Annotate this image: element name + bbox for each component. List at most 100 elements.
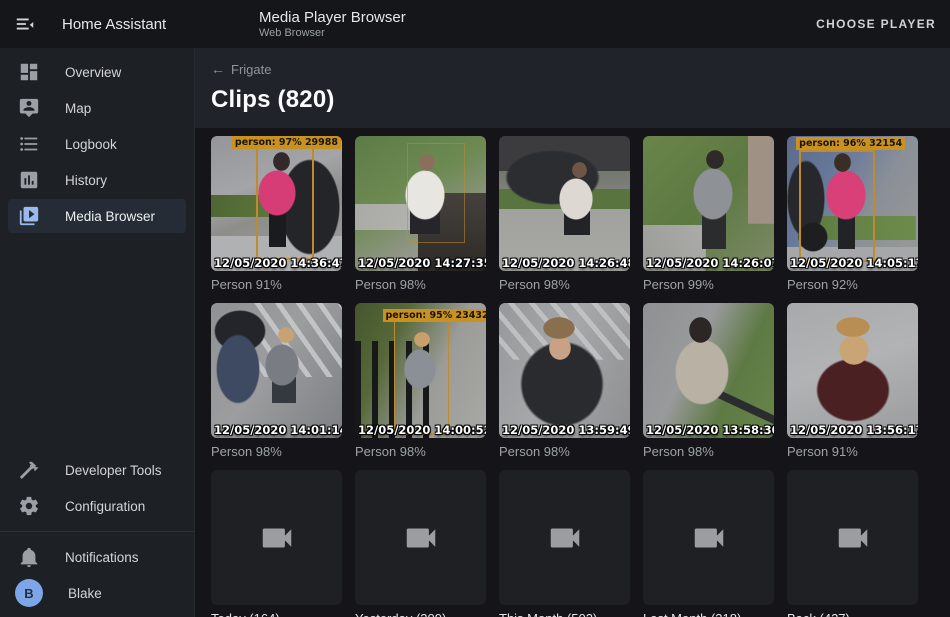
clip-card[interactable]: 12/05/2020 14:01:14 Person 98% — [211, 303, 342, 459]
clip-thumbnail: person: 97% 29988 12/05/2020 14:36:47 — [211, 136, 342, 271]
sidebar-item-label: Overview — [65, 65, 121, 80]
folder-card-yesterday[interactable]: Yesterday (209) — [355, 470, 486, 617]
sidebar-spacer — [0, 234, 194, 452]
clip-label: Person 91% — [211, 277, 342, 292]
clip-card[interactable]: 12/05/2020 13:56:17 Person 91% — [787, 303, 918, 459]
bell-icon — [18, 546, 40, 568]
sidebar-toggle-button[interactable] — [14, 12, 38, 36]
choose-player-button[interactable]: CHOOSE PLAYER — [816, 17, 936, 31]
clip-thumbnail: 12/05/2020 13:56:17 — [787, 303, 918, 438]
clip-label: Person 98% — [355, 444, 486, 459]
hammer-icon — [18, 459, 40, 481]
media-player-header: Media Player Browser Web Browser — [259, 9, 406, 40]
folder-thumbnail — [211, 470, 342, 605]
sidebar-item-history[interactable]: History — [8, 163, 186, 197]
clip-label: Person 98% — [499, 277, 630, 292]
topbar-left: Home Assistant — [0, 12, 195, 36]
sidebar-item-label: Developer Tools — [65, 463, 162, 478]
view-dashboard-icon — [18, 61, 40, 83]
folder-label: Today (164) — [211, 611, 342, 617]
clip-card[interactable]: person: 97% 29988 12/05/2020 14:36:47 Pe… — [211, 136, 342, 292]
detection-box — [799, 150, 875, 262]
clip-thumbnail: 12/05/2020 14:26:48 — [499, 136, 630, 271]
clip-thumbnail: person: 95% 23432 12/05/2020 14:00:52 — [355, 303, 486, 438]
video-camera-icon — [690, 519, 728, 557]
detection-box — [394, 315, 449, 435]
clip-label: Person 99% — [643, 277, 774, 292]
app-body: Overview Map Logbook History Media Brows… — [0, 48, 950, 617]
detection-label: person: 95% 23432 — [383, 309, 487, 322]
sidebar-item-media-browser[interactable]: Media Browser — [8, 199, 186, 233]
sidebar-item-notifications[interactable]: Notifications — [8, 540, 186, 574]
breadcrumb-label: Frigate — [231, 62, 271, 77]
map-account-icon — [18, 97, 40, 119]
sidebar-divider — [0, 531, 194, 532]
clip-label: Person 92% — [787, 277, 918, 292]
app-title: Home Assistant — [62, 16, 166, 33]
sidebar-item-logbook[interactable]: Logbook — [8, 127, 186, 161]
folder-thumbnail — [643, 470, 774, 605]
clip-timestamp: 12/05/2020 14:26:07 — [646, 256, 774, 270]
back-arrow-icon: ← — [211, 61, 225, 77]
folder-card-today[interactable]: Today (164) — [211, 470, 342, 617]
clip-thumbnail: 12/05/2020 14:26:07 — [643, 136, 774, 271]
video-camera-icon — [546, 519, 584, 557]
folder-label: This Month (502) — [499, 611, 630, 617]
detection-label: person: 97% 29988 — [232, 136, 341, 149]
clip-timestamp: 12/05/2020 13:59:49 — [502, 423, 630, 437]
clip-thumbnail: 12/05/2020 13:59:49 — [499, 303, 630, 438]
folder-thumbnail — [499, 470, 630, 605]
video-camera-icon — [258, 519, 296, 557]
clip-card[interactable]: person: 95% 23432 12/05/2020 14:00:52 Pe… — [355, 303, 486, 459]
folder-thumbnail — [787, 470, 918, 605]
folder-label: Yesterday (209) — [355, 611, 486, 617]
clip-card[interactable]: 12/05/2020 14:26:07 Person 99% — [643, 136, 774, 292]
sidebar-item-label: Notifications — [65, 550, 139, 565]
video-camera-icon — [402, 519, 440, 557]
detection-box — [256, 137, 315, 260]
detection-box — [407, 143, 465, 243]
clip-timestamp: 12/05/2020 13:56:17 — [790, 423, 918, 437]
clip-thumbnail: person: 96% 32154 12/05/2020 14:05:17 — [787, 136, 918, 271]
clip-card[interactable]: person: 96% 32154 12/05/2020 14:05:17 Pe… — [787, 136, 918, 292]
clip-label: Person 98% — [211, 444, 342, 459]
sidebar-item-label: Map — [65, 101, 91, 116]
video-camera-icon — [834, 519, 872, 557]
sidebar-item-label: History — [65, 173, 107, 188]
folder-card-last-month[interactable]: Last Month (318) — [643, 470, 774, 617]
sidebar-toggle-icon — [14, 13, 36, 35]
clip-card[interactable]: 12/05/2020 14:26:48 Person 98% — [499, 136, 630, 292]
folder-card-this-month[interactable]: This Month (502) — [499, 470, 630, 617]
sidebar-item-map[interactable]: Map — [8, 91, 186, 125]
list-bulleted-icon — [18, 133, 40, 155]
top-bar: Home Assistant Media Player Browser Web … — [0, 0, 950, 48]
play-box-multiple-icon — [18, 205, 40, 227]
clip-card[interactable]: 12/05/2020 13:59:49 Person 98% — [499, 303, 630, 459]
clip-timestamp: 12/05/2020 13:58:30 — [646, 423, 774, 437]
clip-timestamp: 12/05/2020 14:05:17 — [790, 256, 918, 270]
avatar: B — [15, 579, 43, 607]
page-title: Clips (820) — [211, 86, 934, 114]
sidebar-item-label: Logbook — [65, 137, 117, 152]
bar-chart-icon — [18, 169, 40, 191]
clip-timestamp: 12/05/2020 14:00:52 — [358, 423, 486, 437]
gear-icon — [18, 495, 40, 517]
clip-label: Person 98% — [499, 444, 630, 459]
clip-timestamp: 12/05/2020 14:36:47 — [214, 256, 342, 270]
folder-label: Last Month (318) — [643, 611, 774, 617]
sidebar-item-overview[interactable]: Overview — [8, 55, 186, 89]
folder-label: Back (427) — [787, 611, 918, 617]
clip-thumbnail: 12/05/2020 13:58:30 — [643, 303, 774, 438]
content-header: ← Frigate Clips (820) — [195, 48, 950, 128]
sidebar-item-configuration[interactable]: Configuration — [8, 489, 186, 523]
clip-thumbnail: 12/05/2020 14:27:35 — [355, 136, 486, 271]
sidebar-item-label: Media Browser — [65, 209, 155, 224]
clip-card[interactable]: 12/05/2020 13:58:30 Person 98% — [643, 303, 774, 459]
sidebar-item-profile[interactable]: B Blake — [8, 576, 186, 610]
folder-card-back[interactable]: Back (427) — [787, 470, 918, 617]
sidebar-item-developer-tools[interactable]: Developer Tools — [8, 453, 186, 487]
breadcrumb-back[interactable]: ← Frigate — [211, 61, 271, 77]
clip-card[interactable]: 12/05/2020 14:27:35 Person 98% — [355, 136, 486, 292]
user-name: Blake — [68, 586, 102, 601]
clip-label: Person 98% — [355, 277, 486, 292]
